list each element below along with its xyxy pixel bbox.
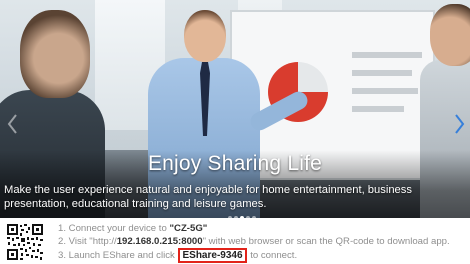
hero-banner: Enjoy Sharing Life Make the user experie… xyxy=(0,0,470,218)
step-3-text-prefix: 3. Launch EShare and click xyxy=(58,250,175,261)
slide-bar xyxy=(352,70,412,76)
carousel-dot[interactable] xyxy=(252,216,256,218)
step-2-text-prefix: 2. Visit "http:// xyxy=(58,236,117,247)
step-3-text-suffix: to connect. xyxy=(250,250,298,261)
network-name: "CZ-5G" xyxy=(169,223,208,234)
hero-title: Enjoy Sharing Life xyxy=(147,152,323,175)
slide-bar xyxy=(352,52,422,58)
instruction-step-1: 1. Connect your device to "CZ-5G" xyxy=(58,222,468,235)
slide-bar xyxy=(352,88,418,94)
qr-code-icon xyxy=(7,224,43,260)
connection-instructions: 1. Connect your device to "CZ-5G" 2. Vis… xyxy=(58,222,468,263)
device-name-badge: EShare-9346 xyxy=(178,248,247,263)
carousel-dot[interactable] xyxy=(228,216,232,218)
carousel-dot[interactable] xyxy=(234,216,238,218)
step-1-text: 1. Connect your device to xyxy=(58,223,170,234)
download-address: 192.168.0.215:8000 xyxy=(116,236,203,247)
chevron-left-icon[interactable] xyxy=(6,112,20,136)
step-2-text-suffix: " with web browser or scan the QR-code t… xyxy=(202,236,450,247)
person-head xyxy=(430,4,470,66)
carousel-dot[interactable] xyxy=(246,216,250,218)
hero-subtitle-line-1: Make the user experience natural and enj… xyxy=(4,184,412,196)
chevron-right-icon[interactable] xyxy=(452,112,466,136)
instruction-step-3: 3. Launch EShare and click EShare-9346 t… xyxy=(58,248,468,263)
person-head xyxy=(184,10,226,62)
slide-bar xyxy=(352,106,404,112)
carousel-indicator[interactable] xyxy=(227,207,257,218)
instruction-step-2: 2. Visit "http://192.168.0.215:8000" wit… xyxy=(58,235,468,248)
carousel-dot-active[interactable] xyxy=(240,216,244,218)
person-head xyxy=(20,10,90,98)
